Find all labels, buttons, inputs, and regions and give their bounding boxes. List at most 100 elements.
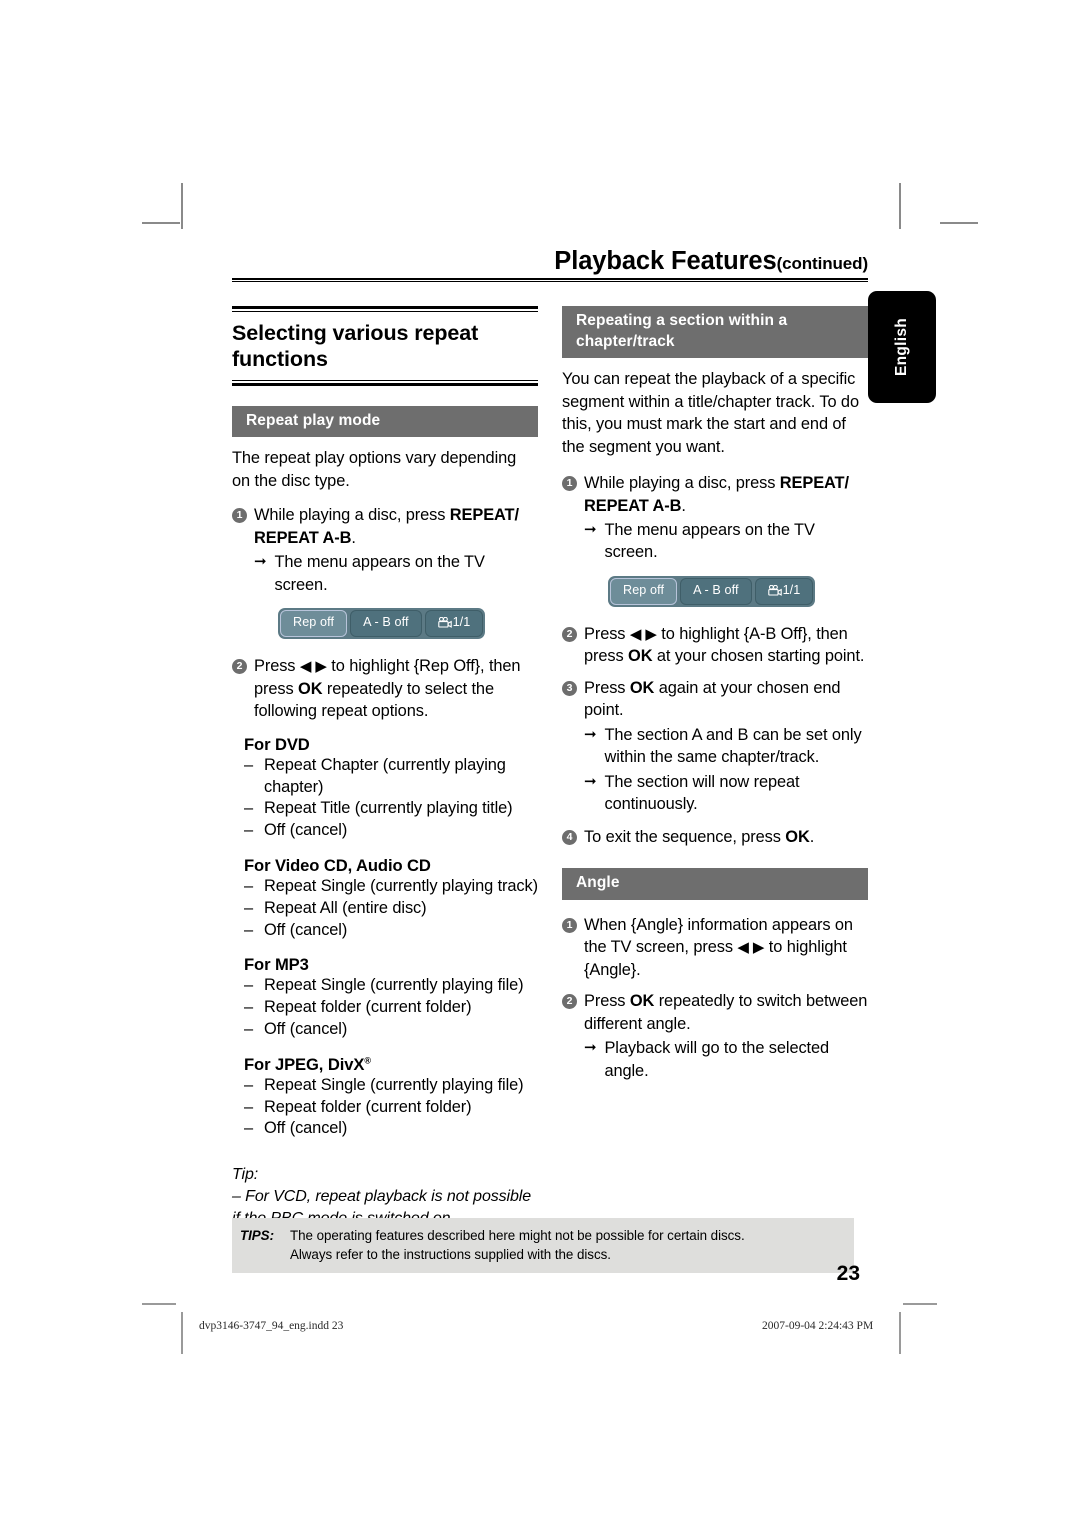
step-number: 2 [562,994,577,1010]
osd-button-label: Rep off [623,582,665,597]
list-item-label: Repeat All (entire disc) [264,898,427,917]
list-item: – Off (cancel) [244,920,538,942]
tips-label: TIPS: [240,1228,274,1243]
print-file-name: dvp3146-3747_94_eng.indd 23 [199,1320,344,1332]
list-item-label: Off (cancel) [264,1020,348,1039]
step-text-after: . [681,496,686,515]
subhead-repeat-play-mode: Repeat play mode [232,405,538,438]
list-item: – Repeat folder (current folder) [244,997,538,1019]
list-item: – Off (cancel) [244,820,538,842]
option-group-heading-dvd: For DVD [244,734,310,754]
dash-icon: – [244,876,254,895]
list-item-label: Repeat folder (current folder) [264,998,472,1017]
right-column: Repeating a section within a chapter/tra… [562,306,868,1230]
arrow-icon: ➞ [584,725,597,743]
tips-line-2: Always refer to the instructions supplie… [232,1245,854,1264]
language-tab: English [868,291,936,403]
list-item-label: Repeat Single (currently playing track) [264,876,538,895]
step-4-right: 4 To exit the sequence, press OK. [562,826,868,848]
section-rule-top [232,306,538,313]
dash-icon: – [244,898,254,917]
step-text: When {Angle} information appears on the … [584,915,853,979]
osd-bar-right: Rep off A - B off 1/1 [608,575,816,607]
osd-button-rep-off[interactable]: Rep off [610,577,678,605]
result-text: The menu appears on the TV screen. [604,520,815,562]
list-item-label: Repeat Chapter (currently playing chapte… [264,755,506,796]
tips-line-1: TIPS: The operating features described h… [232,1226,854,1245]
option-group-heading-text: For JPEG, DivX [244,1054,365,1074]
language-tab-label: English [893,317,910,377]
camera-angle-icon [437,617,452,631]
arrow-icon: ➞ [254,553,267,571]
arrow-icon: ➞ [584,520,597,538]
arrow-icon: ➞ [584,772,597,790]
left-column: Selecting various repeat functions Repea… [232,306,538,1230]
list-item-label: Off (cancel) [264,1119,348,1138]
osd-button-angle[interactable]: 1/1 [424,610,484,638]
repeat-play-intro: The repeat play options vary depending o… [232,449,517,490]
step-2-left: 2 Press ◀ ▶ to highlight {Rep Off}, then… [232,655,538,722]
dash-icon: – [244,976,254,995]
osd-button-label: A - B off [693,582,739,597]
tips-bar: TIPS: The operating features described h… [232,1218,854,1274]
step-3-result-2: ➞ The section will now repeat continuous… [584,771,868,816]
step-text: Press OK repeatedly to switch between di… [584,992,868,1033]
dash-icon: – [244,1119,254,1138]
dash-icon: – [244,1020,254,1039]
print-footer-rule-right [899,1312,901,1354]
print-footer-rule-left [181,1312,183,1354]
result-text: The section A and B can be set only with… [604,725,862,767]
option-list-vcd: – Repeat Single (currently playing track)… [232,876,538,941]
dash-icon: – [244,755,254,774]
step-1-right-result: ➞ The menu appears on the TV screen. [584,519,868,564]
crop-mark-top-left-v [181,183,183,229]
osd-button-label: 1/1 [452,615,471,630]
option-list-mp3: – Repeat Single (currently playing file) … [232,975,538,1040]
option-group-heading-vcd: For Video CD, Audio CD [244,855,431,875]
step-2-angle: 2 Press OK repeatedly to switch between … [562,990,868,1035]
step-number: 2 [232,659,247,675]
subhead-repeating-section: Repeating a section within a chapter/tra… [562,306,868,359]
step-number: 2 [562,626,577,642]
step-text-before: While playing a disc, press [584,474,780,493]
crop-mark-top-right-v [899,183,901,229]
list-item: – Repeat folder (current folder) [244,1097,538,1119]
list-item-label: Off (cancel) [264,920,348,939]
list-item-label: Off (cancel) [264,821,348,840]
list-item: – Off (cancel) [244,1019,538,1041]
step-text: While playing a disc, press REPEAT/ REPE… [584,472,868,517]
crop-mark-top-right-h [940,222,978,224]
step-text: Press ◀ ▶ to highlight {Rep Off}, then p… [254,657,521,721]
osd-button-ab-off[interactable]: A - B off [680,577,752,605]
option-list-jpeg-divx: – Repeat Single (currently playing file) … [232,1075,538,1140]
step-number: 4 [562,829,577,845]
osd-bar-left: Rep off A - B off 1/1 [278,608,486,640]
osd-button-ab-off[interactable]: A - B off [350,610,422,638]
osd-button-rep-off[interactable]: Rep off [280,610,348,638]
step-text: Press OK again at your chosen end point. [584,678,841,720]
dash-icon: – [244,799,254,818]
osd-button-angle[interactable]: 1/1 [754,577,814,605]
list-item: – Repeat Title (currently playing title) [244,798,538,820]
arrow-icon: ➞ [584,1039,597,1057]
tip-label: Tip: [232,1166,259,1184]
dash-icon: – [244,821,254,840]
step-number: 1 [562,917,577,933]
step-1-right: 1 While playing a disc, press REPEAT/ RE… [562,472,868,517]
running-head-rule [232,277,868,283]
step-2-angle-result: ➞ Playback will go to the selected angle… [584,1037,868,1082]
list-item: – Off (cancel) [244,1118,538,1140]
tips-text-2: Always refer to the instructions supplie… [290,1247,611,1263]
step-text-after: . [351,528,356,547]
list-item-label: Repeat Single (currently playing file) [264,976,524,995]
page-number: 23 [836,1262,860,1285]
result-text: The menu appears on the TV screen. [274,553,485,594]
osd-button-label: A - B off [363,615,409,630]
step-number: 1 [562,476,577,492]
step-number: 1 [232,508,247,524]
subhead-angle: Angle [562,868,868,900]
osd-button-label: 1/1 [782,582,801,597]
camera-angle-icon [767,584,782,599]
dash-icon: – [244,920,254,939]
print-timestamp: 2007-09-04 2:24:43 PM [762,1320,874,1332]
